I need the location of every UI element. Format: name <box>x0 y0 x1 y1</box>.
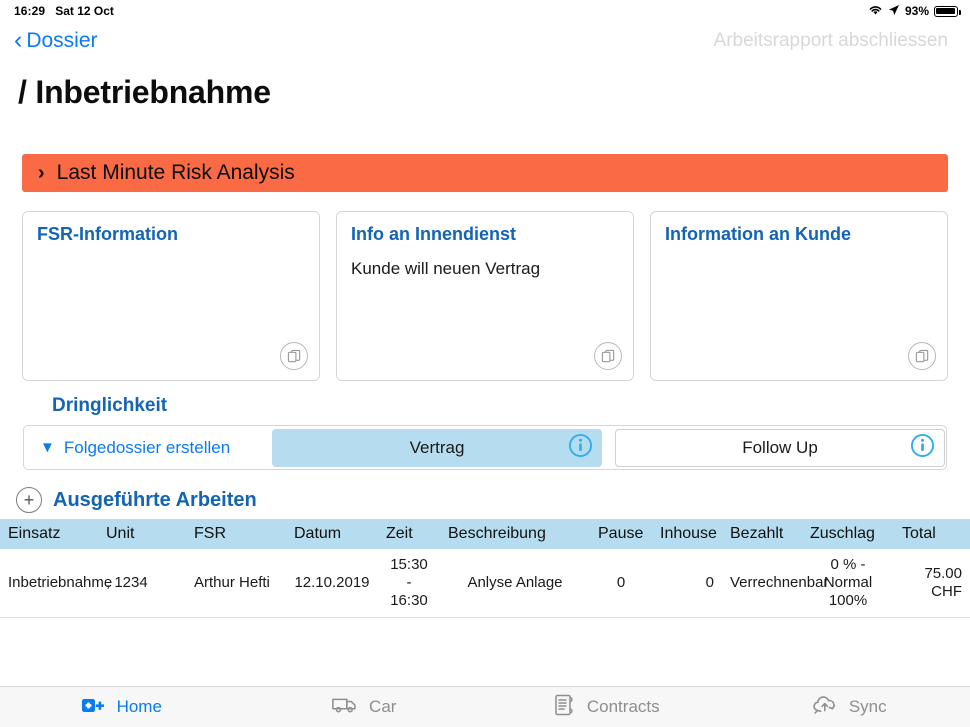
card-information-an-kunde[interactable]: Information an Kunde <box>650 211 948 381</box>
tab-bar: Home Car Contracts Sync <box>0 686 970 727</box>
home-add-icon <box>81 696 107 719</box>
table-row[interactable]: Inbetriebnahme , 1234 Arthur Hefti 12.10… <box>0 549 970 618</box>
cell-fsr: Arthur Hefti <box>186 549 286 618</box>
chevron-down-icon: ▼ <box>40 439 55 456</box>
card-info-an-innendienst[interactable]: Info an Innendienst Kunde will neuen Ver… <box>336 211 634 381</box>
status-date: Sat 12 Oct <box>55 4 114 18</box>
table-header-row: Einsatz Unit FSR Datum Zeit Beschreibung… <box>0 519 970 549</box>
column-header-fsr[interactable]: FSR <box>186 519 286 549</box>
column-header-datum[interactable]: Datum <box>286 519 378 549</box>
column-header-bezahlt[interactable]: Bezahlt <box>722 519 802 549</box>
create-follow-dossier-button[interactable]: ▼ Folgedossier erstellen <box>24 426 272 469</box>
create-follow-dossier-label: Folgedossier erstellen <box>63 437 231 457</box>
back-button-label: Dossier <box>26 29 98 52</box>
column-header-total[interactable]: Total <box>894 519 970 549</box>
works-section-title: Ausgeführte Arbeiten <box>53 488 257 511</box>
cell-einsatz: Inbetriebnahme <box>0 549 112 618</box>
works-table: Einsatz Unit FSR Datum Zeit Beschreibung… <box>0 519 970 618</box>
status-right-group: 93% <box>868 4 961 19</box>
risk-banner-label: Last Minute Risk Analysis <box>56 161 295 184</box>
column-header-zuschlag[interactable]: Zuschlag <box>802 519 894 549</box>
info-cards-row: FSR-Information Info an Innendienst Kund… <box>22 211 948 381</box>
column-header-beschreibung[interactable]: Beschreibung <box>440 519 590 549</box>
urgency-option-label: Vertrag <box>409 437 465 457</box>
column-header-pause[interactable]: Pause <box>590 519 652 549</box>
urgency-control: ▼ Folgedossier erstellen Vertrag Follow … <box>23 425 947 470</box>
urgency-option-vertrag[interactable]: Vertrag <box>272 428 602 467</box>
location-arrow-icon <box>888 4 900 19</box>
column-header-einsatz[interactable]: Einsatz <box>0 519 98 549</box>
column-header-unit[interactable]: Unit <box>98 519 186 549</box>
tab-label: Car <box>369 697 397 716</box>
tab-home[interactable]: Home <box>0 696 243 719</box>
urgency-option-follow-up[interactable]: Follow Up <box>615 428 945 467</box>
status-time: 16:29 <box>14 4 46 18</box>
column-header-zeit[interactable]: Zeit <box>378 519 440 549</box>
app-screen: 16:29 Sat 12 Oct 93% ‹ Dossier Arbeitsra… <box>0 0 970 727</box>
works-section-header: + Ausgeführte Arbeiten <box>16 487 257 513</box>
chevron-left-icon: ‹ <box>14 25 23 54</box>
cell-datum: 12.10.2019 <box>286 549 378 618</box>
cell-pause: 0 <box>590 549 652 618</box>
contracts-icon <box>553 693 577 722</box>
cell-total: 75.00 CHF <box>894 549 970 618</box>
card-title: Information an Kunde <box>665 224 851 244</box>
plus-circle-icon[interactable]: + <box>16 487 42 513</box>
urgency-option-label: Follow Up <box>742 437 818 457</box>
cell-bezahlt: Verrechnenbar <box>722 549 828 618</box>
info-circle-icon[interactable] <box>910 433 935 463</box>
status-bar: 16:29 Sat 12 Oct 93% <box>0 0 970 22</box>
tab-label: Home <box>116 697 162 716</box>
cell-beschreibung: Anlyse Anlage <box>440 549 590 618</box>
page-title: / Inbetriebnahme <box>18 74 271 110</box>
copy-icon[interactable] <box>280 342 308 370</box>
cell-inhouse: 0 <box>652 549 722 618</box>
last-minute-risk-analysis-banner[interactable]: › Last Minute Risk Analysis <box>22 154 948 192</box>
sync-cloud-icon <box>811 694 839 721</box>
navigation-bar: ‹ Dossier Arbeitsrapport abschliessen <box>0 22 970 60</box>
card-title: FSR-Information <box>37 224 178 244</box>
chevron-right-icon: › <box>38 162 45 184</box>
info-circle-icon[interactable] <box>568 433 593 463</box>
back-button[interactable]: ‹ Dossier <box>14 25 98 54</box>
tab-label: Contracts <box>586 697 660 716</box>
car-icon <box>331 695 359 720</box>
cell-unit: , 1234 <box>98 549 186 618</box>
urgency-title: Dringlichkeit <box>52 395 168 416</box>
wifi-icon <box>868 4 883 19</box>
card-title: Info an Innendienst <box>351 224 516 244</box>
tab-contracts[interactable]: Contracts <box>485 693 728 722</box>
column-header-inhouse[interactable]: Inhouse <box>652 519 722 549</box>
copy-icon[interactable] <box>908 342 936 370</box>
card-fsr-information[interactable]: FSR-Information <box>22 211 320 381</box>
tab-label: Sync <box>848 697 887 716</box>
battery-percent: 93% <box>904 4 929 18</box>
tab-sync[interactable]: Sync <box>728 694 970 721</box>
cell-zeit: 15:30 - 16:30 <box>378 549 440 618</box>
card-body: Kunde will neuen Vertrag <box>351 259 541 278</box>
copy-icon[interactable] <box>594 342 622 370</box>
tab-car[interactable]: Car <box>243 695 486 720</box>
finish-report-button[interactable]: Arbeitsrapport abschliessen <box>714 30 948 52</box>
battery-icon <box>934 5 961 17</box>
